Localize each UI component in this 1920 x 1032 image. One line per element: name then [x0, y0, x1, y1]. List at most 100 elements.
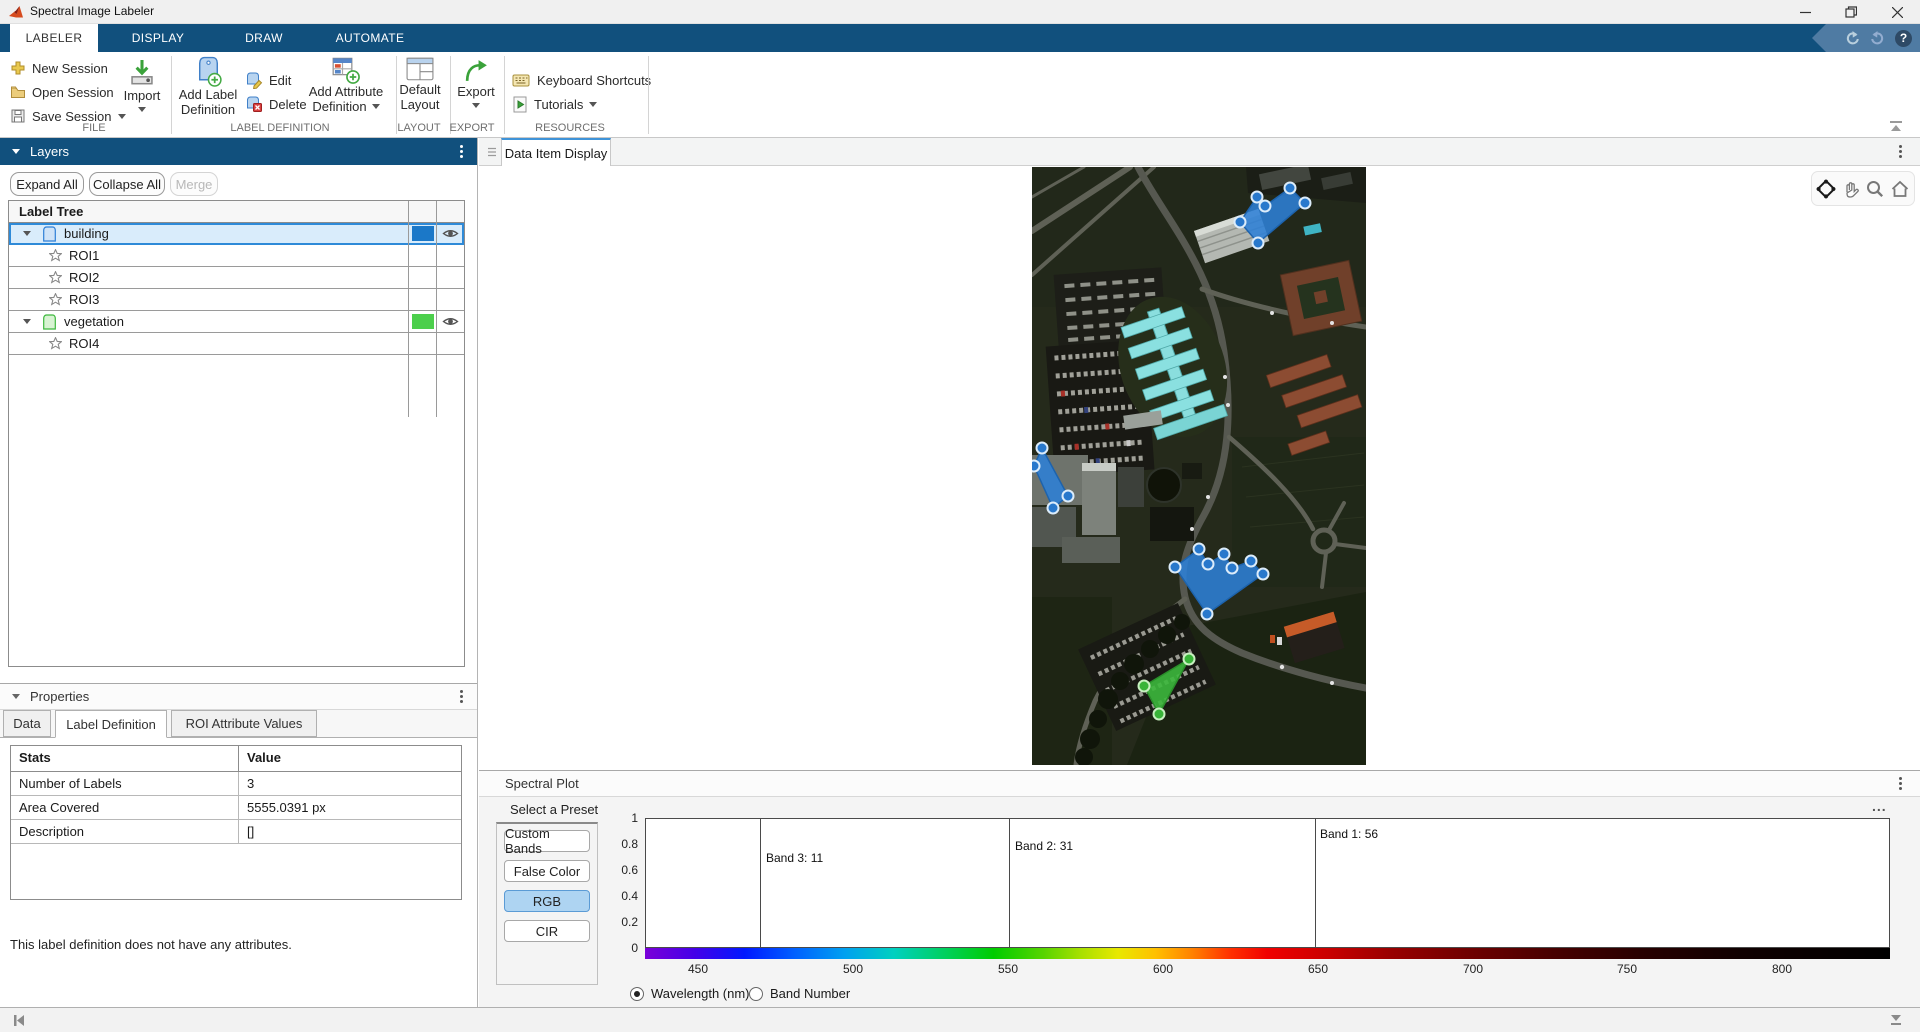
preset-rgb-button[interactable]: RGB	[504, 890, 590, 912]
undo-icon[interactable]	[1843, 30, 1861, 46]
expand-all-label: Expand All	[16, 177, 77, 192]
x-tick: 500	[843, 962, 863, 976]
spectral-menu-icon[interactable]	[1899, 777, 1902, 790]
table-row: Number of Labels 3	[11, 772, 461, 796]
pan-hand-tool-icon[interactable]	[1841, 179, 1861, 199]
building-color-swatch[interactable]	[412, 226, 434, 241]
y-tick: 0	[631, 941, 638, 955]
y-tick: 0.6	[621, 863, 638, 877]
radio-band-number-circle-icon[interactable]	[749, 987, 763, 1001]
properties-panel-header[interactable]: Properties	[0, 683, 477, 710]
open-session-button[interactable]: Open Session	[10, 82, 114, 102]
collapse-left-panel-icon[interactable]	[12, 1014, 26, 1027]
import-button[interactable]: Import	[118, 58, 166, 112]
ribbon-toolbar: New Session Open Session Save Session Im…	[0, 52, 1920, 138]
tree-row-roi1[interactable]: ROI1	[9, 245, 464, 267]
collapse-bottom-panel-icon[interactable]	[1888, 1014, 1904, 1027]
app-window: Spectral Image Labeler LABELER DISPLAY D…	[0, 0, 1920, 1032]
add-attribute-line1: Add Attribute	[309, 84, 383, 99]
band1-line[interactable]	[1315, 819, 1316, 947]
collapse-ribbon-icon[interactable]	[1888, 120, 1904, 132]
section-label-resources: RESOURCES	[535, 122, 605, 134]
wavelength-colorbar	[645, 948, 1890, 959]
tree-row-vegetation[interactable]: vegetation	[9, 311, 464, 333]
properties-collapse-caret-icon[interactable]	[12, 694, 20, 699]
tree-row-building[interactable]: building	[9, 223, 464, 245]
edit-label-button[interactable]: Edit	[246, 70, 291, 90]
keyboard-shortcuts-label: Keyboard Shortcuts	[537, 73, 651, 88]
panel-grip-icon[interactable]	[487, 147, 497, 157]
export-button[interactable]: Export	[450, 57, 502, 108]
vegetation-expand-caret-icon[interactable]	[23, 319, 31, 324]
layers-panel: Layers Expand All Collapse All Merge Lab…	[0, 138, 478, 683]
redo-icon[interactable]	[1869, 30, 1887, 46]
help-button[interactable]: ?	[1895, 30, 1912, 47]
tree-row-roi4[interactable]: vegetation ROI4	[9, 333, 464, 355]
tab-data[interactable]: Data	[3, 710, 51, 737]
vegetation-visibility-eye-icon[interactable]	[442, 314, 459, 329]
radio-wavelength[interactable]: Wavelength (nm)	[630, 986, 750, 1001]
preset-false-color-button[interactable]: False Color	[504, 860, 590, 882]
keyboard-shortcuts-button[interactable]: Keyboard Shortcuts	[512, 70, 651, 90]
collapse-all-label: Collapse All	[93, 177, 161, 192]
preset-cir-button[interactable]: CIR	[504, 920, 590, 942]
tab-draw[interactable]: DRAW	[214, 24, 314, 52]
roi-star-icon	[49, 249, 62, 262]
properties-menu-icon[interactable]	[460, 690, 463, 703]
default-layout-button[interactable]: Default Layout	[394, 56, 446, 112]
spectral-plot-header[interactable]: Spectral Plot	[479, 770, 1920, 797]
tab-data-item-display[interactable]: Data Item Display	[501, 138, 611, 166]
export-icon	[463, 57, 490, 84]
tutorials-caret-icon	[589, 102, 597, 107]
tree-column-divider	[436, 201, 437, 417]
default-layout-line1: Default	[399, 82, 440, 97]
default-layout-icon	[406, 56, 434, 82]
tab-roi-attribute-values[interactable]: ROI Attribute Values	[171, 710, 317, 737]
layers-collapse-caret-icon[interactable]	[12, 149, 20, 154]
plot-more-options-button[interactable]: ...	[1872, 798, 1887, 814]
home-reset-view-icon[interactable]	[1890, 179, 1910, 199]
collapse-all-button[interactable]: Collapse All	[89, 172, 165, 196]
tab-labeler-label: LABELER	[26, 31, 83, 45]
satellite-image[interactable]	[1032, 167, 1366, 765]
expand-all-button[interactable]: Expand All	[10, 172, 84, 196]
tab-display[interactable]: DISPLAY	[108, 24, 208, 52]
merge-button[interactable]: Merge	[170, 172, 218, 196]
y-tick: 1	[631, 811, 638, 825]
layers-menu-icon[interactable]	[460, 145, 463, 158]
preset-custom-bands-button[interactable]: Custom Bands	[504, 830, 590, 852]
tab-labeler[interactable]: LABELER	[10, 24, 98, 52]
band3-line[interactable]	[760, 819, 761, 947]
spectral-plot-axes[interactable]: Band 3: 11 Band 2: 31 Band 1: 56	[645, 818, 1890, 948]
radio-wavelength-label: Wavelength (nm)	[651, 986, 750, 1001]
radio-wavelength-circle-icon[interactable]	[630, 987, 644, 1001]
radio-band-number-label: Band Number	[770, 986, 850, 1001]
vegetation-color-swatch[interactable]	[412, 314, 434, 329]
tree-row-roi2[interactable]: ROI2	[9, 267, 464, 289]
tree-row-roi3[interactable]: ROI3	[9, 289, 464, 311]
band1-label: Band 1: 56	[1320, 827, 1378, 841]
tutorials-button[interactable]: Tutorials	[512, 94, 597, 114]
layers-panel-header[interactable]: Layers	[0, 138, 477, 165]
save-session-button[interactable]: Save Session	[10, 106, 126, 126]
new-session-button[interactable]: New Session	[10, 58, 108, 78]
viewer-menu-icon[interactable]	[1899, 145, 1902, 158]
add-label-definition-button[interactable]: Add Label Definition	[178, 56, 238, 117]
restore-button[interactable]	[1828, 0, 1874, 24]
zoom-tool-icon[interactable]	[1865, 179, 1885, 199]
radio-band-number[interactable]: Band Number	[749, 986, 850, 1001]
tab-label-definition[interactable]: Label Definition	[55, 710, 167, 738]
minimize-button[interactable]	[1782, 0, 1828, 24]
window-title: Spectral Image Labeler	[30, 4, 154, 18]
building-visibility-eye-icon[interactable]	[442, 226, 459, 241]
roi-select-tool-icon[interactable]	[1816, 179, 1836, 199]
band2-line[interactable]	[1009, 819, 1010, 947]
tab-automate[interactable]: AUTOMATE	[320, 24, 420, 52]
building-expand-caret-icon[interactable]	[23, 231, 31, 236]
toolbar-divider	[648, 56, 649, 134]
close-button[interactable]	[1874, 0, 1920, 24]
add-attribute-definition-button[interactable]: Add Attribute Definition	[300, 56, 392, 114]
section-label-label-definition: LABEL DEFINITION	[230, 122, 329, 134]
image-viewer-canvas[interactable]	[479, 166, 1920, 770]
delete-label-button[interactable]: Delete	[246, 94, 307, 114]
